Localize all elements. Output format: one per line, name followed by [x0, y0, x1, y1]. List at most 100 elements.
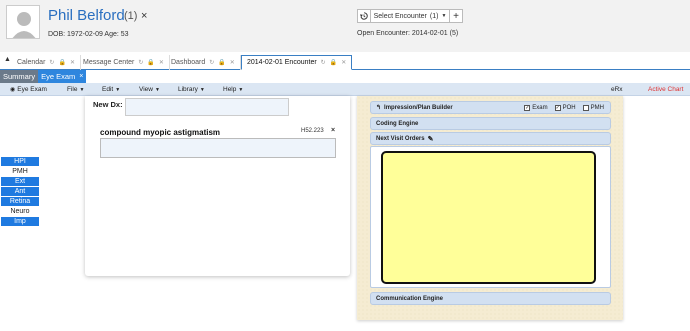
diagnosis-title: compound myopic astigmatism: [100, 128, 221, 137]
select-encounter-label: Select Encounter: [373, 12, 427, 20]
impression-plan-builder-label: Impression/Plan Builder: [384, 104, 453, 111]
caret-down-icon: ▼: [441, 13, 447, 19]
lock-icon[interactable]: 🔒: [58, 59, 65, 66]
tab-label: Calendar: [17, 59, 46, 66]
menu-help[interactable]: Help ▼: [223, 86, 243, 93]
close-icon[interactable]: ×: [79, 73, 83, 80]
subtab-eye-exam[interactable]: Eye Exam ×: [38, 70, 87, 83]
close-icon[interactable]: ✕: [230, 59, 235, 66]
open-encounter-info: Open Encounter: 2014-02-01 (5): [357, 30, 459, 37]
subtab-eye-exam-label: Eye Exam: [41, 72, 76, 81]
caret-down-icon: ▼: [238, 86, 244, 93]
new-dx-label: New Dx:: [93, 100, 123, 109]
tabs-collapse-icon[interactable]: ▲: [4, 56, 11, 63]
menu-library[interactable]: Library ▼: [178, 86, 205, 93]
coding-engine-bar[interactable]: Coding Engine: [370, 117, 611, 130]
menu-file[interactable]: File ▼: [67, 86, 84, 93]
checked-icon: ✓: [554, 104, 561, 111]
menu-edit[interactable]: Edit ▼: [102, 86, 120, 93]
main-tabs: ▲ Calendar ↻ 🔒 ✕ Message Center ↻ 🔒 ✕ Da…: [0, 52, 690, 70]
avatar-silhouette-icon: [7, 6, 39, 38]
next-visit-orders-area: [370, 146, 611, 288]
menu-bar: ◉ Eye Exam File ▼ Edit ▼ View ▼ Library …: [0, 83, 690, 96]
new-dx-field[interactable]: [125, 98, 289, 116]
next-visit-orders-bar[interactable]: Next Visit Orders ✎: [370, 132, 611, 145]
patient-avatar[interactable]: [6, 5, 40, 39]
nav-imp[interactable]: Imp: [1, 217, 39, 226]
exam-checkbox-label: Exam: [532, 104, 548, 111]
next-visit-orders-textarea[interactable]: [381, 151, 596, 284]
nav-hpi[interactable]: HPI: [1, 157, 39, 166]
tab-message-center[interactable]: Message Center ↻ 🔒 ✕: [78, 55, 170, 70]
exam-section-nav: HPI PMH Ext Ant Retina Neuro Imp: [1, 157, 39, 227]
menu-eye-exam-label: Eye Exam: [17, 86, 47, 93]
undo-arrow-icon: ↰: [376, 105, 382, 111]
patient-dob-age: DOB: 1972-02-09 Age: 53: [48, 31, 129, 38]
refresh-icon[interactable]: ↻: [49, 59, 54, 66]
menu-file-label: File: [67, 86, 78, 93]
poh-checkbox[interactable]: ✓ POH: [554, 104, 576, 111]
nav-ext[interactable]: Ext: [1, 177, 39, 186]
history-icon: [360, 12, 368, 20]
plus-icon: +: [453, 10, 459, 22]
sub-tabs: Summary Eye Exam ×: [0, 70, 87, 83]
subtab-summary-label: Summary: [3, 72, 36, 81]
refresh-icon[interactable]: ↻: [209, 59, 214, 66]
patient-header: Phil Belford (1) × DOB: 1972-02-09 Age: …: [0, 0, 690, 52]
nav-neuro[interactable]: Neuro: [1, 207, 39, 216]
tab-label: Dashboard: [171, 59, 206, 66]
tab-encounter[interactable]: 2014-02-01 Encounter ↻ 🔒 ✕: [241, 55, 353, 70]
diagnosis-code: H52.223: [301, 128, 324, 134]
unchecked-icon: [582, 104, 589, 111]
communication-engine-bar[interactable]: Communication Engine: [370, 292, 611, 305]
select-encounter-count: (1): [429, 12, 439, 20]
pencil-icon[interactable]: ✎: [428, 135, 434, 143]
poh-checkbox-label: POH: [562, 104, 576, 111]
nav-retina[interactable]: Retina: [1, 197, 39, 206]
menu-help-label: Help: [223, 86, 237, 93]
close-icon[interactable]: ✕: [70, 59, 75, 66]
checked-icon: ✓: [524, 104, 531, 111]
close-patient-icon[interactable]: ×: [141, 10, 147, 22]
close-icon[interactable]: ✕: [159, 59, 164, 66]
lock-icon[interactable]: 🔒: [147, 59, 154, 66]
menu-view-label: View: [139, 86, 153, 93]
pmh-checkbox[interactable]: PMH: [582, 104, 604, 111]
tab-calendar[interactable]: Calendar ↻ 🔒 ✕: [12, 55, 81, 70]
nav-ant[interactable]: Ant: [1, 187, 39, 196]
subtab-summary[interactable]: Summary: [0, 70, 39, 83]
patient-name[interactable]: Phil Belford: [48, 7, 125, 24]
menu-library-label: Library: [178, 86, 198, 93]
add-encounter-button[interactable]: +: [449, 9, 463, 23]
eye-icon: ◉: [10, 87, 16, 93]
encounter-history-button[interactable]: [357, 9, 371, 23]
exam-checkbox[interactable]: ✓ Exam: [524, 104, 548, 111]
menu-edit-label: Edit: [102, 86, 114, 93]
next-visit-orders-label: Next Visit Orders: [376, 135, 425, 142]
impression-plan-panel: ↰ Impression/Plan Builder ✓ Exam ✓ POH PMH…: [357, 96, 623, 320]
menu-erx[interactable]: eRx: [611, 86, 623, 93]
caret-down-icon: ▼: [154, 86, 160, 93]
select-encounter-dropdown[interactable]: Select Encounter (1) ▼: [371, 9, 449, 23]
diagnosis-card: New Dx: compound myopic astigmatism H52.…: [85, 96, 350, 276]
menu-active-chart[interactable]: Active Chart: [648, 86, 683, 93]
refresh-icon[interactable]: ↻: [138, 59, 143, 66]
lock-icon[interactable]: 🔒: [218, 59, 225, 66]
close-icon[interactable]: ✕: [341, 59, 346, 66]
diagnosis-notes-field[interactable]: [100, 138, 336, 158]
lock-icon[interactable]: 🔒: [330, 59, 337, 66]
pmh-checkbox-label: PMH: [590, 104, 604, 111]
caret-down-icon: ▼: [199, 86, 205, 93]
remove-diagnosis-icon[interactable]: ×: [331, 127, 335, 134]
caret-down-icon: ▼: [115, 86, 121, 93]
impression-plan-builder-bar[interactable]: ↰ Impression/Plan Builder ✓ Exam ✓ POH PMH: [370, 101, 611, 114]
refresh-icon[interactable]: ↻: [321, 59, 326, 66]
coding-engine-label: Coding Engine: [376, 120, 419, 127]
patient-count: (1): [124, 10, 138, 22]
encounter-selector: Select Encounter (1) ▼ +: [357, 9, 463, 23]
menu-view[interactable]: View ▼: [139, 86, 160, 93]
menu-eye-exam[interactable]: ◉ Eye Exam: [10, 86, 47, 93]
tab-dashboard[interactable]: Dashboard ↻ 🔒 ✕: [166, 55, 241, 70]
nav-pmh[interactable]: PMH: [1, 167, 39, 176]
communication-engine-label: Communication Engine: [376, 295, 444, 302]
